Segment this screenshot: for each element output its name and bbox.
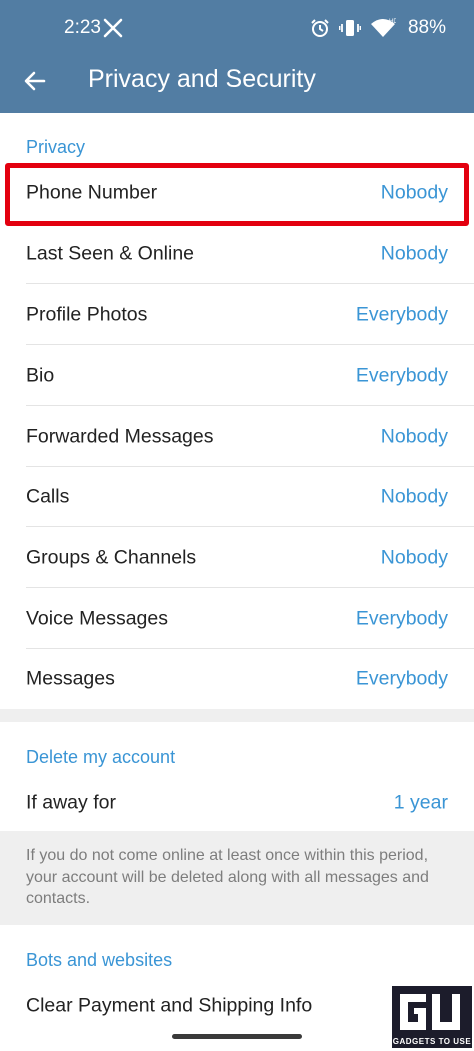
status-icons: HD 88% [310, 15, 446, 41]
setting-label: Groups & Channels [26, 546, 197, 568]
vibrate-icon [338, 20, 361, 36]
setting-value: Nobody [380, 485, 448, 507]
setting-label: Clear Payment and Shipping Info [26, 994, 313, 1016]
setting-value: Nobody [380, 242, 448, 264]
home-indicator[interactable] [172, 1034, 302, 1039]
hd-label: HD [389, 19, 396, 25]
setting-label: Last Seen & Online [26, 242, 195, 264]
setting-row-if-away-for[interactable]: If away for 1 year [0, 772, 474, 833]
setting-label: Bio [26, 364, 55, 386]
bots-section-title: Bots and websites [26, 950, 173, 970]
setting-row-voice-messages[interactable]: Voice Messages Everybody [0, 588, 474, 649]
wifi-icon: HD [370, 19, 396, 37]
setting-value: Nobody [380, 425, 448, 447]
status-time: 2:23 [64, 17, 101, 38]
info-text: If you do not come online at least once … [26, 847, 429, 907]
delete-account-info: If you do not come online at least once … [0, 831, 474, 925]
delete-account-section: Delete my account If away for 1 year [0, 722, 474, 831]
app-header: 2:23 HD 88% Privacy and Security [0, 0, 474, 113]
highlight-box [5, 163, 469, 226]
setting-row-profile-photos[interactable]: Profile Photos Everybody [0, 284, 474, 345]
battery-percent: 88% [407, 17, 446, 38]
x-app-icon [103, 18, 123, 38]
setting-value: Everybody [355, 607, 448, 629]
setting-label: Profile Photos [26, 303, 148, 325]
setting-label: Messages [26, 667, 115, 689]
setting-row-bio[interactable]: Bio Everybody [0, 345, 474, 406]
setting-label: Calls [26, 485, 70, 507]
setting-row-groups-channels[interactable]: Groups & Channels Nobody [0, 527, 474, 588]
gadgets-to-use-logo-icon [392, 986, 472, 1036]
setting-row-forwarded-messages[interactable]: Forwarded Messages Nobody [0, 406, 474, 467]
status-bar: 2:23 HD 88% [0, 0, 474, 56]
setting-label: Forwarded Messages [26, 425, 214, 447]
setting-row-calls[interactable]: Calls Nobody [0, 466, 474, 527]
setting-value: Everybody [355, 364, 448, 386]
alarm-icon [311, 19, 329, 37]
setting-value: Nobody [380, 546, 448, 568]
setting-value: 1 year [393, 791, 448, 813]
setting-value: Everybody [355, 303, 448, 325]
setting-value: Everybody [355, 667, 448, 689]
privacy-section-title: Privacy [26, 137, 86, 157]
section-gap [0, 709, 474, 722]
watermark-text: GADGETS TO USE [392, 1036, 472, 1048]
delete-account-title: Delete my account [26, 747, 176, 767]
setting-row-last-seen[interactable]: Last Seen & Online Nobody [0, 223, 474, 284]
back-arrow-icon [24, 71, 46, 91]
setting-label: If away for [26, 791, 116, 813]
watermark: GADGETS TO USE [392, 986, 472, 1048]
setting-row-messages[interactable]: Messages Everybody [0, 648, 474, 709]
page-title: Privacy and Security [88, 65, 316, 93]
back-button[interactable] [14, 60, 56, 102]
setting-label: Voice Messages [26, 607, 168, 629]
